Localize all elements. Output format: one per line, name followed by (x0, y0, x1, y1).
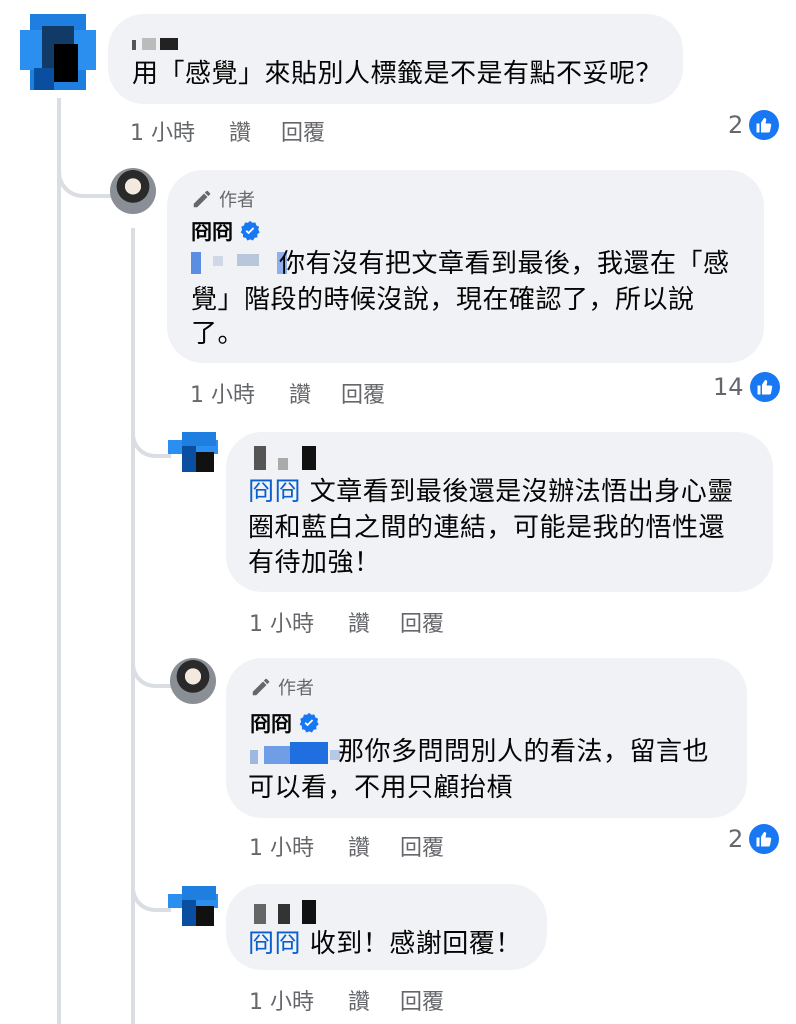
thread-curve-4 (131, 864, 171, 912)
timestamp[interactable]: 1 小時 (249, 990, 314, 1015)
timestamp[interactable]: 1 小時 (130, 121, 195, 146)
author-name[interactable]: 冏冏 (191, 216, 233, 246)
reaction-count[interactable]: 2 (728, 824, 780, 854)
comment-text-line3: 有待加強！ (248, 548, 381, 578)
comment-meta: 1 小時 讚 回覆 (190, 377, 415, 409)
thread-curve-3 (131, 640, 171, 688)
comment-meta: 1 小時 讚 回覆 (249, 984, 474, 1016)
reaction-count[interactable]: 2 (728, 110, 780, 140)
commenter-name-redacted[interactable] (254, 446, 320, 470)
comment-text-line2: 圈和藍白之間的連結，可能是我的悟性還 (248, 513, 726, 543)
like-icon (749, 824, 780, 854)
timestamp[interactable]: 1 小時 (249, 836, 314, 861)
comment-meta: 1 小時 讚 回覆 (130, 115, 355, 147)
timestamp[interactable]: 1 小時 (249, 612, 314, 637)
like-icon (749, 110, 780, 140)
author-badge: 作者 (250, 674, 314, 700)
verified-icon (240, 220, 260, 241)
comment-meta: 1 小時 讚 回覆 (249, 606, 474, 638)
reply-button[interactable]: 回覆 (400, 836, 444, 861)
avatar[interactable] (168, 432, 218, 472)
like-button[interactable]: 讚 (348, 836, 370, 861)
author-name-row: 冏冏 (191, 216, 261, 246)
verified-icon (299, 712, 319, 733)
comment-text-line2: 可以看，不用只顧抬槓 (248, 773, 514, 803)
thread-line-main (57, 98, 61, 1024)
like-button[interactable]: 讚 (289, 383, 311, 408)
comment-text: 用「感覺」來貼別人標籤是不是有點不妥呢？ (132, 59, 663, 89)
reply-button[interactable]: 回覆 (281, 121, 325, 146)
mention-redacted[interactable] (250, 742, 340, 768)
comment-bubble: 作者 冏冏 那你多問問別人的看法，留言也 可以看，不用只顧抬槓 (226, 658, 747, 818)
author-label: 作者 (278, 678, 314, 699)
comment-bubble: 作者 冏冏 你有沒有把文章看到最後，我還在「感 覺」階段的時候沒說，現在確認了，… (167, 170, 764, 363)
reply-button[interactable]: 回覆 (400, 990, 444, 1015)
pencil-icon (252, 678, 270, 696)
thread-line-sub (131, 228, 135, 1024)
avatar[interactable] (110, 168, 156, 214)
comment-bubble: 用「感覺」來貼別人標籤是不是有點不妥呢？ (108, 14, 683, 104)
reply-button[interactable]: 回覆 (400, 612, 444, 637)
author-name[interactable]: 冏冏 (250, 708, 292, 738)
comment-text-line2: 覺」階段的時候沒說，現在確認了，所以說 (191, 285, 695, 315)
mention-link[interactable]: 冏冏 (248, 929, 301, 959)
comment-text: 冏冏 收到！感謝回覆！ (248, 929, 522, 959)
timestamp[interactable]: 1 小時 (190, 383, 255, 408)
like-button[interactable]: 讚 (229, 121, 251, 146)
comment-text: 那你多問問別人的看法，留言也 (338, 737, 710, 767)
comment-bubble: 冏冏 文章看到最後還是沒辦法悟出身心靈 圈和藍白之間的連結，可能是我的悟性還 有… (226, 432, 773, 592)
reaction-number: 2 (728, 111, 744, 139)
like-button[interactable]: 讚 (348, 612, 370, 637)
reaction-number: 2 (728, 825, 744, 853)
author-badge: 作者 (191, 186, 255, 212)
commenter-name-redacted[interactable] (254, 900, 320, 924)
avatar[interactable] (170, 658, 216, 704)
pencil-icon (193, 190, 211, 208)
thread-curve-2 (131, 410, 171, 458)
comment-text: 冏冏 文章看到最後還是沒辦法悟出身心靈 (248, 477, 734, 507)
reaction-count[interactable]: 14 (713, 372, 780, 402)
author-label: 作者 (219, 190, 255, 211)
mention-redacted[interactable] (191, 250, 287, 276)
comment-meta: 1 小時 讚 回覆 (249, 830, 474, 862)
author-name-row: 冏冏 (250, 708, 320, 738)
thread-curve-1 (57, 150, 113, 198)
reaction-number: 14 (713, 373, 744, 401)
avatar[interactable] (168, 886, 218, 926)
like-icon (749, 372, 780, 402)
commenter-name-redacted[interactable] (132, 38, 180, 50)
comment-bubble: 冏冏 收到！感謝回覆！ (226, 884, 547, 970)
mention-link[interactable]: 冏冏 (248, 477, 301, 507)
reply-button[interactable]: 回覆 (341, 383, 385, 408)
comment-text: 你有沒有把文章看到最後，我還在「感 (279, 249, 730, 279)
like-button[interactable]: 讚 (348, 990, 370, 1015)
comment-text-line3: 了。 (191, 319, 245, 349)
avatar[interactable] (20, 14, 96, 90)
